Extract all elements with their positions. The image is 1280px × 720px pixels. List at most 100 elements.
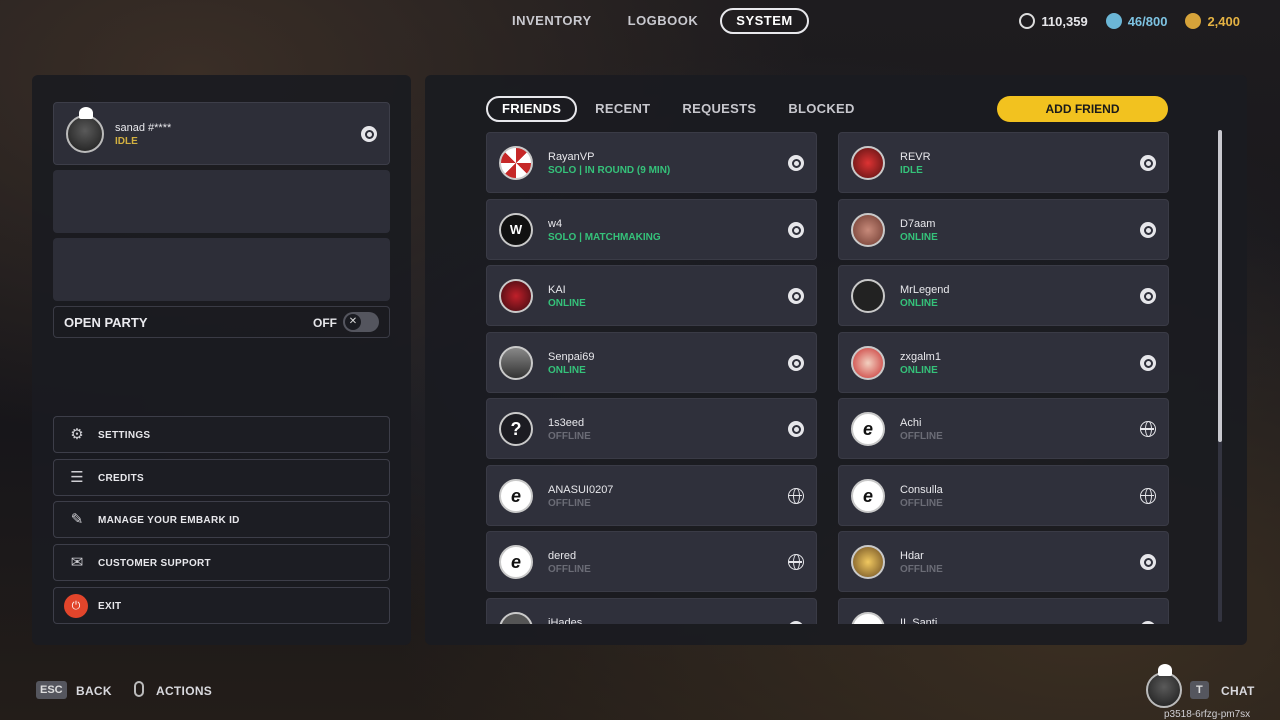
tab-recent[interactable]: RECENT [581,96,664,122]
back-button[interactable]: BACK [76,684,112,698]
friend-card[interactable]: D7aam ONLINE [838,198,1169,260]
manage-embark-id-button[interactable]: ✎ MANAGE YOUR EMBARK ID [53,501,390,538]
friend-card[interactable]: RayanVP SOLO | IN ROUND (9 MIN) [486,132,817,193]
friend-name: KAI [548,284,566,296]
friend-avatar [851,212,885,247]
globe-icon [788,487,804,504]
steam-icon [788,288,804,304]
friend-name: w4 [548,217,563,230]
friend-name: Senpai69 [548,350,595,363]
steam-icon [1140,288,1156,304]
friend-card[interactable]: iHades [486,597,817,624]
friend-status: OFFLINE [900,431,943,442]
friend-avatar: ? [499,412,533,446]
tab-blocked[interactable]: BLOCKED [774,96,868,122]
friend-name: dered [548,550,577,562]
tab-inventory[interactable]: INVENTORY [498,8,606,34]
list-icon: ☰ [70,469,84,486]
friend-card[interactable]: Hdar OFFLINE [838,531,1169,592]
currency-bar: 110,359 46/800 2,400 [1019,8,1240,34]
friend-card[interactable]: e Achi OFFLINE [838,398,1169,459]
steam-icon [1140,620,1156,624]
settings-label: SETTINGS [98,430,151,441]
settings-button[interactable]: ⚙ SETTINGS [53,416,390,453]
friend-avatar [499,279,533,313]
exit-label: EXIT [98,601,122,612]
top-navigation: INVENTORY LOGBOOK SYSTEM 110,359 46/800 … [0,8,1280,36]
tab-system[interactable]: SYSTEM [720,8,809,34]
player-status: IDLE [115,136,138,147]
friend-name: Consulla [900,483,943,496]
friend-card[interactable]: e ANASUI0207 OFFLINE [486,464,817,526]
capacity-value: 46/800 [1127,13,1168,29]
friend-status: IDLE [900,165,923,176]
party-slot-empty[interactable] [53,238,390,301]
friend-status: OFFLINE [900,564,943,575]
friend-name: MrLegend [900,284,950,296]
friend-name: REVR [900,151,931,163]
steam-icon [1140,354,1156,371]
friend-card[interactable]: zxgalm1 ONLINE [838,331,1169,393]
add-friend-button[interactable]: ADD FRIEND [997,96,1168,122]
friend-avatar [499,345,533,380]
friend-avatar [851,146,885,180]
open-party-toggle[interactable]: ✕ [343,312,379,332]
friends-tabs: FRIENDS RECENT REQUESTS BLOCKED [486,96,869,122]
party-slot-empty[interactable] [53,170,390,233]
friend-avatar: e [851,611,885,624]
friend-avatar [851,545,885,579]
friend-card[interactable]: ? 1s3eed OFFLINE [486,398,817,459]
friend-card[interactable]: e Consulla OFFLINE [838,464,1169,526]
friend-status: SOLO | MATCHMAKING [548,231,661,243]
gear-icon: ⚙ [70,426,84,443]
customer-support-button[interactable]: ✉ CUSTOMER SUPPORT [53,544,390,581]
friend-avatar [499,146,533,180]
friend-card[interactable]: e dered OFFLINE [486,531,817,592]
storage-icon [1105,13,1122,29]
scrollbar-thumb[interactable] [1218,130,1222,442]
steam-icon [788,421,804,437]
pen-icon: ✎ [70,511,84,528]
friends-scrollbar[interactable] [1218,130,1222,622]
friend-status: ONLINE [900,298,938,309]
friend-name: 1s3eed [548,417,585,429]
crown-icon [1158,664,1172,676]
open-party-row: OPEN PARTY OFF ✕ [53,306,390,338]
steam-icon [788,620,804,624]
tab-friends[interactable]: FRIENDS [486,96,578,122]
chat-button[interactable]: CHAT [1221,684,1255,698]
chat-key-hint: T [1190,681,1209,699]
chat-avatar[interactable] [1146,664,1182,708]
power-icon: ⏻ [64,594,88,618]
tab-requests[interactable]: REQUESTS [668,96,770,122]
close-icon: ✕ [345,314,361,330]
friend-card[interactable]: MrLegend ONLINE [838,265,1169,326]
tab-logbook[interactable]: LOGBOOK [614,8,713,34]
friend-name: II_Santi [900,616,938,625]
friend-status: ONLINE [900,231,938,243]
manage-embark-id-label: MANAGE YOUR EMBARK ID [98,515,240,526]
party-slot-player[interactable]: sanad #**** IDLE [53,102,390,165]
globe-icon [1140,421,1156,437]
steam-icon [788,354,804,371]
friends-list: RayanVP SOLO | IN ROUND (9 MIN) REVR IDLE Ww… [486,132,1169,624]
friend-status: ONLINE [548,364,586,376]
friend-name: RayanVP [548,151,595,163]
mouse-icon [134,681,144,697]
friends-panel: FRIENDS RECENT REQUESTS BLOCKED ADD FRIE… [425,75,1247,645]
exit-button[interactable]: ⏻ EXIT [53,587,390,624]
crown-icon [79,107,93,119]
friend-name: ANASUI0207 [548,483,614,496]
friend-status: SOLO | IN ROUND (9 MIN) [548,165,671,176]
steam-icon [1140,155,1156,171]
friend-card[interactable]: e II_Santi [838,597,1169,625]
friend-card[interactable]: Senpai69 ONLINE [486,331,817,393]
credits-button[interactable]: ☰ CREDITS [53,459,390,496]
friend-card[interactable]: REVR IDLE [838,132,1169,193]
chat-bubbles-icon: ✉ [70,554,84,571]
party-panel: sanad #**** IDLE OPEN PARTY OFF ✕ ⚙ SETT… [32,75,411,645]
friend-card[interactable]: Ww4 SOLO | MATCHMAKING [486,198,817,260]
open-party-state: OFF [313,316,337,330]
friend-avatar: e [851,478,885,513]
friend-card[interactable]: KAI ONLINE [486,265,817,326]
